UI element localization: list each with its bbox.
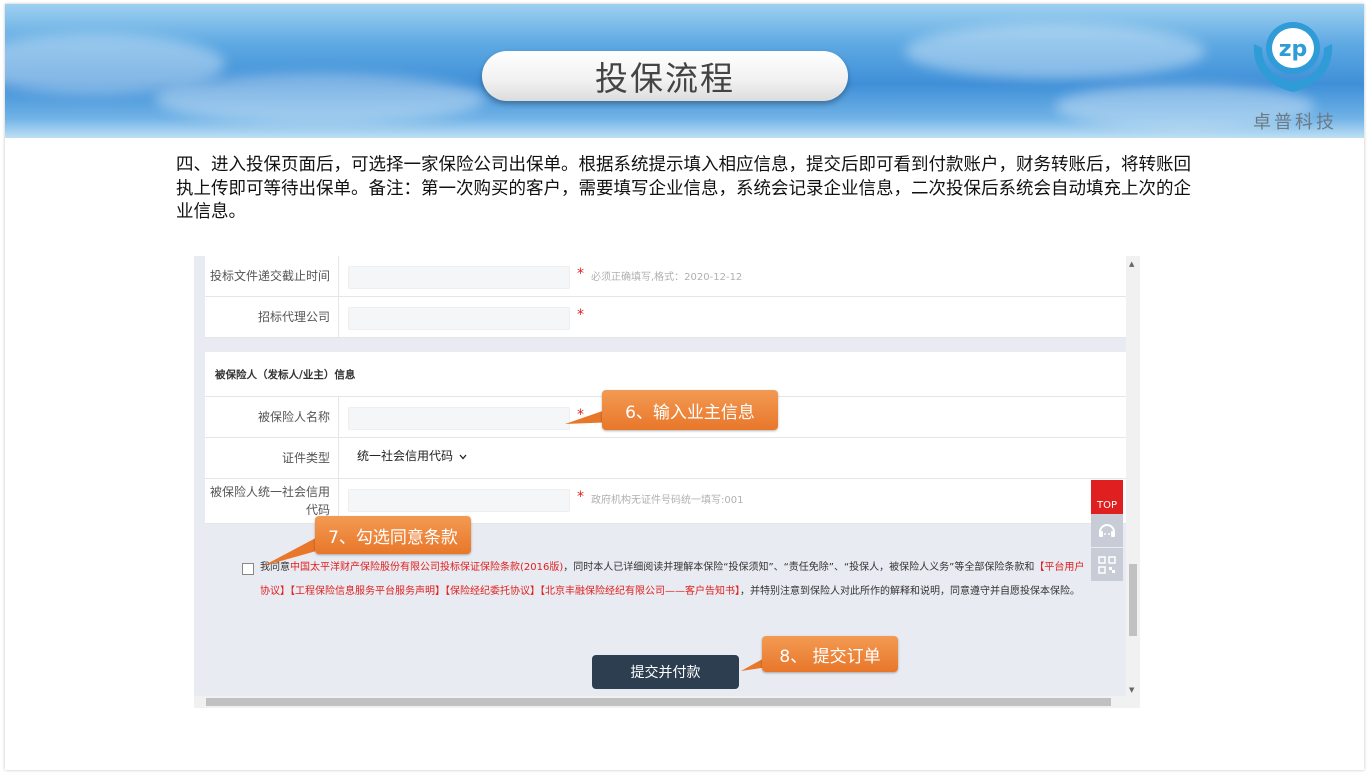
scroll-down-icon[interactable]: ▼ — [1129, 686, 1134, 694]
required-mark: * — [577, 307, 584, 323]
broker-agreement-link[interactable]: 【保险经纪委托协议】 — [445, 586, 540, 597]
horizontal-scrollbar[interactable] — [194, 696, 1140, 708]
field-hint: 政府机构无证件号码统一填写:001 — [591, 495, 744, 506]
horizontal-scroll-thumb[interactable] — [206, 698, 1111, 706]
qrcode-button[interactable] — [1091, 548, 1123, 581]
required-mark: * — [577, 489, 584, 505]
svg-text:zp: zp — [1279, 37, 1308, 62]
vertical-scroll-thumb[interactable] — [1129, 564, 1137, 636]
agreement-mid: ，同时本人已详细阅读并理解本保险“投保须知”、“责任免除”、“投保人，被保险人义… — [563, 562, 1035, 573]
section-divider — [205, 338, 1126, 352]
form-row-agency: 招标代理公司 * — [205, 297, 1126, 338]
qrcode-icon — [1098, 555, 1116, 574]
back-to-top-button[interactable]: TOP — [1091, 480, 1123, 514]
required-mark: * — [577, 407, 584, 423]
agreement-text: 我同意中国太平洋财产保险股份有限公司投标保证保险条款(2016版)，同时本人已详… — [260, 556, 1087, 604]
cert-type-value: 统一社会信用代码 — [357, 449, 454, 463]
service-statement-link[interactable]: 【工程保险信息服务平台服务声明】 — [290, 586, 445, 597]
chevron-down-icon — [459, 454, 467, 459]
agreement-suffix: ，并特别注意到保险人对此所作的解释和说明，同意遵守并自愿投保本保险。 — [740, 586, 1080, 597]
required-mark: * — [577, 266, 584, 282]
agreement-block: 我同意中国太平洋财产保险股份有限公司投标保证保险条款(2016版)，同时本人已详… — [237, 556, 1087, 604]
header-banner: 投保流程 zp 卓普科技 — [5, 4, 1364, 138]
logo-text: 卓普科技 — [1253, 112, 1337, 133]
field-label: 证件类型 — [205, 438, 339, 478]
form-row-deadline: 投标文件递交截止时间 * 必须正确填写,格式：2020-12-12 — [205, 256, 1126, 297]
insured-name-input[interactable] — [348, 407, 570, 430]
field-label: 招标代理公司 — [205, 297, 339, 337]
customer-notice-link[interactable]: 【北京丰融保险经纪有限公司——客户告知书】 — [540, 586, 740, 597]
clause-link[interactable]: 中国太平洋财产保险股份有限公司投标保证保险条款(2016版) — [290, 562, 563, 573]
page-title: 投保流程 — [482, 51, 848, 101]
scroll-up-icon[interactable]: ▲ — [1129, 260, 1134, 268]
headset-icon — [1099, 523, 1115, 537]
field-label: 被保险人名称 — [205, 397, 339, 437]
callout-step-6: 6、输入业主信息 — [602, 390, 778, 430]
field-hint: 必须正确填写,格式：2020-12-12 — [591, 272, 743, 283]
customer-service-button[interactable] — [1091, 514, 1123, 547]
logo-icon: zp — [1253, 22, 1333, 92]
form-row-cert-type: 证件类型 统一社会信用代码 — [205, 438, 1126, 479]
deadline-input[interactable] — [348, 266, 570, 289]
field-label: 投标文件递交截止时间 — [205, 256, 339, 296]
agree-checkbox[interactable] — [242, 563, 254, 575]
vertical-scrollbar[interactable]: ▲ ▼ — [1126, 256, 1140, 708]
description-text: 四、进入投保页面后，可选择一家保险公司出保单。根据系统提示填入相应信息，提交后即… — [176, 155, 1191, 222]
callout-step-7: 7、勾选同意条款 — [315, 516, 471, 554]
agreement-prefix: 我同意 — [260, 562, 290, 573]
cert-type-select[interactable]: 统一社会信用代码 — [357, 447, 467, 464]
form-screenshot: 投标文件递交截止时间 * 必须正确填写,格式：2020-12-12 招标代理公司… — [194, 256, 1140, 708]
slide: 投保流程 zp 卓普科技 四、进入投保页面后，可选择一家保险公司出保单。根据系统… — [5, 4, 1364, 770]
agency-input[interactable] — [348, 307, 570, 330]
submit-pay-button[interactable]: 提交并付款 — [592, 655, 739, 689]
callout-step-8: 8、 提交订单 — [762, 636, 898, 672]
credit-code-input[interactable] — [348, 489, 570, 512]
